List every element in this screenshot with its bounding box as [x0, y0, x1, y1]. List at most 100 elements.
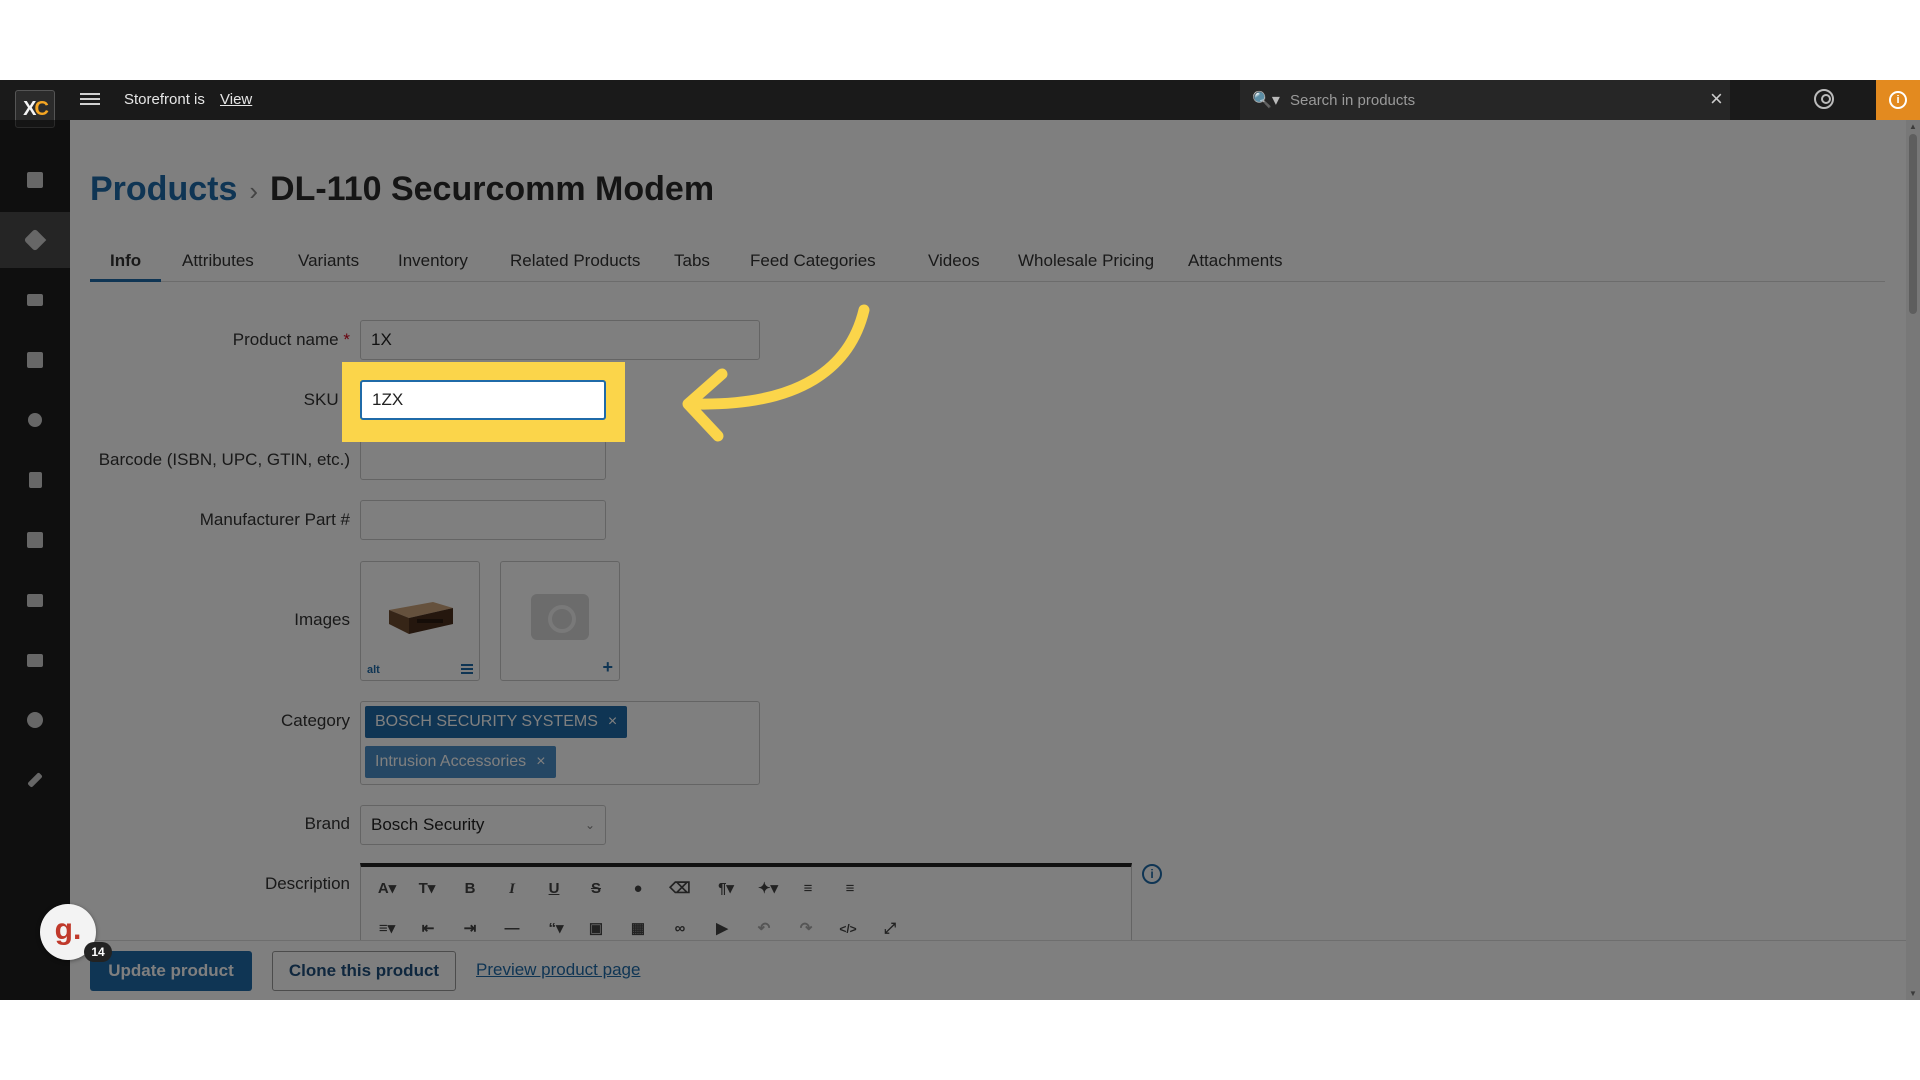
- tab-info[interactable]: Info: [90, 248, 162, 282]
- image-menu-icon[interactable]: [461, 664, 473, 674]
- chevron-down-icon: ⌄: [584, 818, 595, 832]
- sidebar-item-modules[interactable]: [0, 512, 70, 568]
- product-image: [389, 602, 453, 634]
- tab-videos[interactable]: Videos: [908, 248, 1000, 282]
- top-bar: Storefront is View 🔍▾ × i: [0, 80, 1920, 120]
- scrollbar[interactable]: ▲ ▼: [1906, 120, 1920, 1000]
- sidebar-item-tools[interactable]: [0, 752, 70, 808]
- category-selector[interactable]: BOSCH SECURITY SYSTEMS × Intrusion Access…: [360, 701, 760, 785]
- brand-select[interactable]: Bosch Security ⌄: [360, 805, 606, 845]
- video-icon[interactable]: ▶: [709, 917, 735, 941]
- sidebar-item-orders[interactable]: [0, 152, 70, 208]
- tab-related-products[interactable]: Related Products: [490, 248, 660, 282]
- xcart-logo[interactable]: XC: [15, 90, 55, 128]
- remove-category-icon[interactable]: ×: [608, 713, 617, 730]
- category-label: Category: [281, 711, 350, 730]
- main-content: Products › DL-110 Securcomm Modem Info Att…: [70, 120, 1906, 1000]
- text-color-icon[interactable]: ●: [625, 877, 651, 901]
- account-icon[interactable]: [1814, 89, 1834, 109]
- sidebar-item-media[interactable]: [0, 572, 70, 628]
- sitemap-icon: [28, 413, 42, 427]
- eraser-icon[interactable]: ⌫: [667, 877, 693, 901]
- menu-icon[interactable]: [80, 90, 100, 110]
- wrench-icon: [27, 772, 43, 788]
- fullscreen-icon[interactable]: ⤢: [877, 917, 903, 941]
- storefront-view-link[interactable]: View: [220, 91, 252, 108]
- sidebar-item-catalog[interactable]: [0, 212, 70, 268]
- info-icon[interactable]: i: [1142, 864, 1162, 884]
- magic-icon[interactable]: ✦▾: [753, 877, 783, 901]
- scroll-thumb[interactable]: [1909, 134, 1917, 314]
- mpn-label: Manufacturer Part #: [199, 510, 350, 529]
- breadcrumb-products-link[interactable]: Products: [90, 170, 237, 208]
- store-icon: [27, 653, 43, 667]
- sidebar-item-promotions[interactable]: [0, 332, 70, 388]
- scroll-up-icon[interactable]: ▲: [1909, 122, 1917, 131]
- underline-icon[interactable]: U: [541, 877, 567, 901]
- app-window: Storefront is View 🔍▾ × i XC Products › DL…: [0, 80, 1920, 1000]
- table-icon[interactable]: ▦: [625, 917, 651, 941]
- sidebar-item-messages[interactable]: [0, 272, 70, 328]
- font-family-icon[interactable]: A▾: [371, 877, 403, 901]
- code-view-icon[interactable]: </>: [835, 917, 861, 941]
- update-product-button[interactable]: Update product: [90, 951, 252, 991]
- list-icon: [27, 172, 43, 188]
- description-label: Description: [264, 874, 350, 893]
- quote-icon[interactable]: “▾: [541, 917, 571, 941]
- remove-category-icon[interactable]: ×: [536, 753, 545, 770]
- clone-product-button[interactable]: Clone this product: [272, 951, 456, 991]
- bold-icon[interactable]: B: [457, 877, 483, 901]
- tab-attachments[interactable]: Attachments: [1168, 248, 1303, 282]
- outdent-icon[interactable]: ⇤: [415, 917, 441, 941]
- insert-image-icon[interactable]: ▣: [583, 917, 609, 941]
- search-box: 🔍▾ ×: [1240, 80, 1730, 120]
- add-icon[interactable]: +: [602, 657, 613, 678]
- indent-icon[interactable]: ⇥: [457, 917, 483, 941]
- tab-feed-categories[interactable]: Feed Categories: [730, 248, 896, 282]
- tab-bar: Info Attributes Variants Inventory Relat…: [90, 248, 1885, 282]
- page-title: DL-110 Securcomm Modem: [270, 170, 715, 208]
- storefront-status-label: Storefront is: [124, 91, 205, 108]
- tab-wholesale-pricing[interactable]: Wholesale Pricing: [998, 248, 1174, 282]
- undo-icon[interactable]: ↶: [751, 917, 777, 941]
- ordered-list-icon[interactable]: ≡: [795, 877, 821, 901]
- image-alt-label[interactable]: alt: [367, 664, 380, 676]
- tab-variants[interactable]: Variants: [278, 248, 379, 282]
- font-size-icon[interactable]: T▾: [411, 877, 443, 901]
- tab-attributes[interactable]: Attributes: [162, 248, 274, 282]
- search-icon[interactable]: 🔍▾: [1252, 90, 1280, 110]
- product-image-tile[interactable]: alt: [360, 561, 480, 681]
- tab-inventory[interactable]: Inventory: [378, 248, 488, 282]
- horizontal-rule-icon[interactable]: —: [499, 917, 525, 941]
- breadcrumb-separator: ›: [249, 176, 259, 206]
- category-chip: BOSCH SECURITY SYSTEMS ×: [365, 706, 628, 738]
- tag-icon: [23, 228, 47, 252]
- link-icon[interactable]: ∞: [667, 917, 693, 941]
- info-button[interactable]: i: [1876, 80, 1920, 120]
- sidebar-item-settings[interactable]: [0, 692, 70, 748]
- sidebar-item-store[interactable]: [0, 632, 70, 688]
- close-icon[interactable]: ×: [1710, 88, 1723, 110]
- category-chip: Intrusion Accessories ×: [365, 746, 556, 778]
- add-image-tile[interactable]: +: [500, 561, 620, 681]
- unordered-list-icon[interactable]: ≡: [837, 877, 863, 901]
- chat-count-badge: 14: [84, 942, 112, 962]
- sidebar-item-structure[interactable]: [0, 392, 70, 448]
- tab-tabs[interactable]: Tabs: [654, 248, 730, 282]
- barcode-input[interactable]: [360, 440, 606, 480]
- images-label: Images: [294, 610, 350, 629]
- search-input[interactable]: [1290, 88, 1670, 112]
- paragraph-icon[interactable]: ¶▾: [711, 877, 741, 901]
- redo-icon[interactable]: ↷: [793, 917, 819, 941]
- preview-product-link[interactable]: Preview product page: [476, 960, 640, 980]
- barcode-label: Barcode (ISBN, UPC, GTIN, etc.): [98, 450, 350, 469]
- sku-input[interactable]: 1ZX: [360, 380, 606, 420]
- mpn-input[interactable]: [360, 500, 606, 540]
- breadcrumb: Products › DL-110 Securcomm Modem: [90, 170, 714, 209]
- strikethrough-icon[interactable]: S: [583, 877, 609, 901]
- scroll-down-icon[interactable]: ▼: [1909, 989, 1917, 998]
- align-icon[interactable]: ≡▾: [371, 917, 403, 941]
- action-bar: Update product Clone this product Previe…: [70, 940, 1906, 1000]
- sidebar-item-content[interactable]: [0, 452, 70, 508]
- italic-icon[interactable]: I: [499, 877, 525, 901]
